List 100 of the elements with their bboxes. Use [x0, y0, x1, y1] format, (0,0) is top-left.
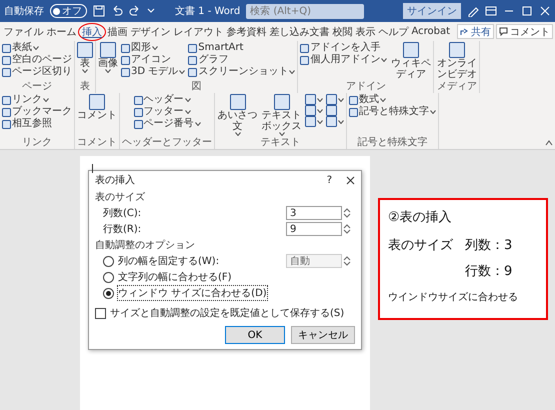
- ribbon-button[interactable]: アドインを入手: [300, 42, 388, 54]
- square-icon: [326, 105, 337, 116]
- spin-field[interactable]: 9: [286, 222, 342, 236]
- group-label: 表: [79, 80, 91, 93]
- ribbon-button[interactable]: SmartArt: [188, 42, 296, 54]
- ribbon-button[interactable]: テキストボックス: [261, 94, 302, 136]
- ribbon-button[interactable]: リンク: [2, 94, 72, 106]
- ok-button[interactable]: OK: [225, 326, 285, 344]
- ribbon-tab[interactable]: ファイル: [2, 24, 45, 40]
- square-icon: [305, 94, 316, 105]
- annotation-text: 列数：3: [465, 237, 512, 254]
- ribbon-button[interactable]: [305, 105, 323, 116]
- save-icon[interactable]: [93, 5, 105, 17]
- share-button[interactable]: 共有: [457, 24, 494, 39]
- square-icon: [300, 44, 310, 52]
- option-label: 文字列の幅に合わせる(F): [118, 270, 232, 284]
- ribbon-button[interactable]: 3D モデル: [121, 66, 186, 78]
- ribbon-button[interactable]: オンラインビデオ: [436, 42, 478, 80]
- ribbon-button[interactable]: ブックマーク: [2, 106, 72, 118]
- ribbon-button[interactable]: コメント: [77, 94, 117, 121]
- ribbon-tab[interactable]: 参考資料: [225, 24, 268, 40]
- ribbon-tab[interactable]: レイアウト: [172, 24, 225, 40]
- square-icon: [134, 96, 142, 104]
- ribbon-tab[interactable]: 表示: [354, 24, 377, 40]
- ribbon-tab[interactable]: ホーム: [45, 24, 78, 40]
- ribbon-button[interactable]: 表紙: [2, 42, 72, 54]
- annotation-text: ウインドウサイズに合わせる: [388, 291, 519, 304]
- square-icon: [121, 44, 130, 52]
- square-icon: [230, 94, 246, 110]
- ribbon-button[interactable]: 記号と特殊文字: [349, 106, 436, 118]
- radio-button[interactable]: [103, 256, 114, 266]
- ribbon-button[interactable]: 表: [77, 42, 93, 73]
- field-label: 行数(R):: [103, 223, 142, 236]
- ribbon-tab[interactable]: Acrobat: [410, 25, 452, 38]
- section-heading: 表のサイズ: [95, 190, 146, 204]
- annotation-text: 表のサイズ: [388, 237, 453, 254]
- ribbon-button[interactable]: 画像: [98, 42, 118, 73]
- ribbon-button[interactable]: [326, 116, 344, 127]
- checkbox[interactable]: [95, 308, 106, 318]
- collapse-caret-icon[interactable]: [545, 140, 553, 146]
- ribbon-button[interactable]: スクリーンショット: [188, 66, 296, 78]
- square-icon: [188, 56, 198, 64]
- square-icon: [2, 68, 11, 76]
- text-cursor: [92, 164, 93, 173]
- ribbon-tab[interactable]: 差し込み文書: [268, 24, 331, 40]
- comment-button[interactable]: コメント: [496, 24, 553, 39]
- ribbon-button[interactable]: [305, 94, 323, 105]
- ribbon-button[interactable]: 図形: [121, 42, 186, 54]
- square-icon: [121, 56, 130, 64]
- cancel-button[interactable]: キャンセル: [291, 326, 355, 344]
- square-icon: [188, 44, 198, 52]
- ribbon-button[interactable]: ページ番号: [134, 118, 200, 130]
- ribbon-button[interactable]: ウィキペディア: [390, 42, 432, 80]
- square-icon: [77, 42, 93, 58]
- option-label: サイズと自動調整の設定を既定値として保存する(S): [110, 306, 344, 320]
- ribbon-button[interactable]: [305, 116, 323, 127]
- square-icon: [2, 56, 11, 64]
- undo-icon[interactable]: [111, 5, 123, 17]
- autosave-toggle[interactable]: オフ: [50, 4, 87, 18]
- ribbon-tab[interactable]: ヘルプ: [377, 24, 410, 40]
- ribbon-tab[interactable]: デザイン: [129, 24, 172, 40]
- ribbon-button[interactable]: 空白のページ: [2, 54, 72, 66]
- close-icon[interactable]: [346, 176, 355, 184]
- square-icon: [326, 94, 337, 105]
- option-label: ウィンドウ サイズに合わせる(D): [118, 286, 267, 300]
- square-icon: [121, 68, 130, 76]
- ribbon-button[interactable]: ヘッダー: [134, 94, 200, 106]
- help-button[interactable]: ?: [326, 174, 332, 186]
- ribbon-tab[interactable]: 校閲: [331, 24, 354, 40]
- ribbon-button[interactable]: フッター: [134, 106, 200, 118]
- ribbon-tab[interactable]: 描画: [106, 24, 129, 40]
- group-label: メディア: [436, 80, 478, 93]
- ribbon-button[interactable]: あいさつ文: [217, 94, 258, 136]
- group-label: コメント: [77, 136, 117, 149]
- redo-icon[interactable]: [129, 5, 141, 17]
- radio-button[interactable]: [103, 272, 114, 282]
- ribbon-button[interactable]: 相互参照: [2, 118, 72, 130]
- square-icon: [305, 116, 316, 127]
- ribbon-button[interactable]: 個人用アドイン: [300, 54, 388, 66]
- option-label: 列の幅を固定する(W):: [118, 254, 220, 268]
- group-label: テキスト: [260, 136, 302, 149]
- spinner-arrows-icon[interactable]: [343, 207, 351, 219]
- pen-icon[interactable]: [467, 5, 479, 17]
- sign-in-button[interactable]: サインイン: [403, 3, 461, 19]
- maximize-icon[interactable]: [521, 5, 533, 17]
- radio-button[interactable]: [103, 288, 114, 298]
- group-label: ページ: [21, 80, 53, 93]
- square-icon: [2, 44, 11, 52]
- ribbon-button[interactable]: ページ区切り: [2, 66, 72, 78]
- square-icon: [2, 120, 11, 128]
- ribbon-button[interactable]: [326, 94, 344, 105]
- ribbon-button[interactable]: 数式: [349, 94, 436, 106]
- ribbon-display-icon[interactable]: [485, 5, 497, 17]
- ribbon-button[interactable]: グラフ: [188, 54, 296, 66]
- spin-field[interactable]: 3: [286, 206, 342, 220]
- search-field[interactable]: 検索 (Alt+Q): [246, 4, 364, 18]
- spinner-arrows-icon[interactable]: [343, 255, 351, 267]
- ribbon-button[interactable]: アイコン: [121, 54, 186, 66]
- spinner-arrows-icon[interactable]: [343, 223, 351, 235]
- caret-icon[interactable]: [147, 8, 155, 14]
